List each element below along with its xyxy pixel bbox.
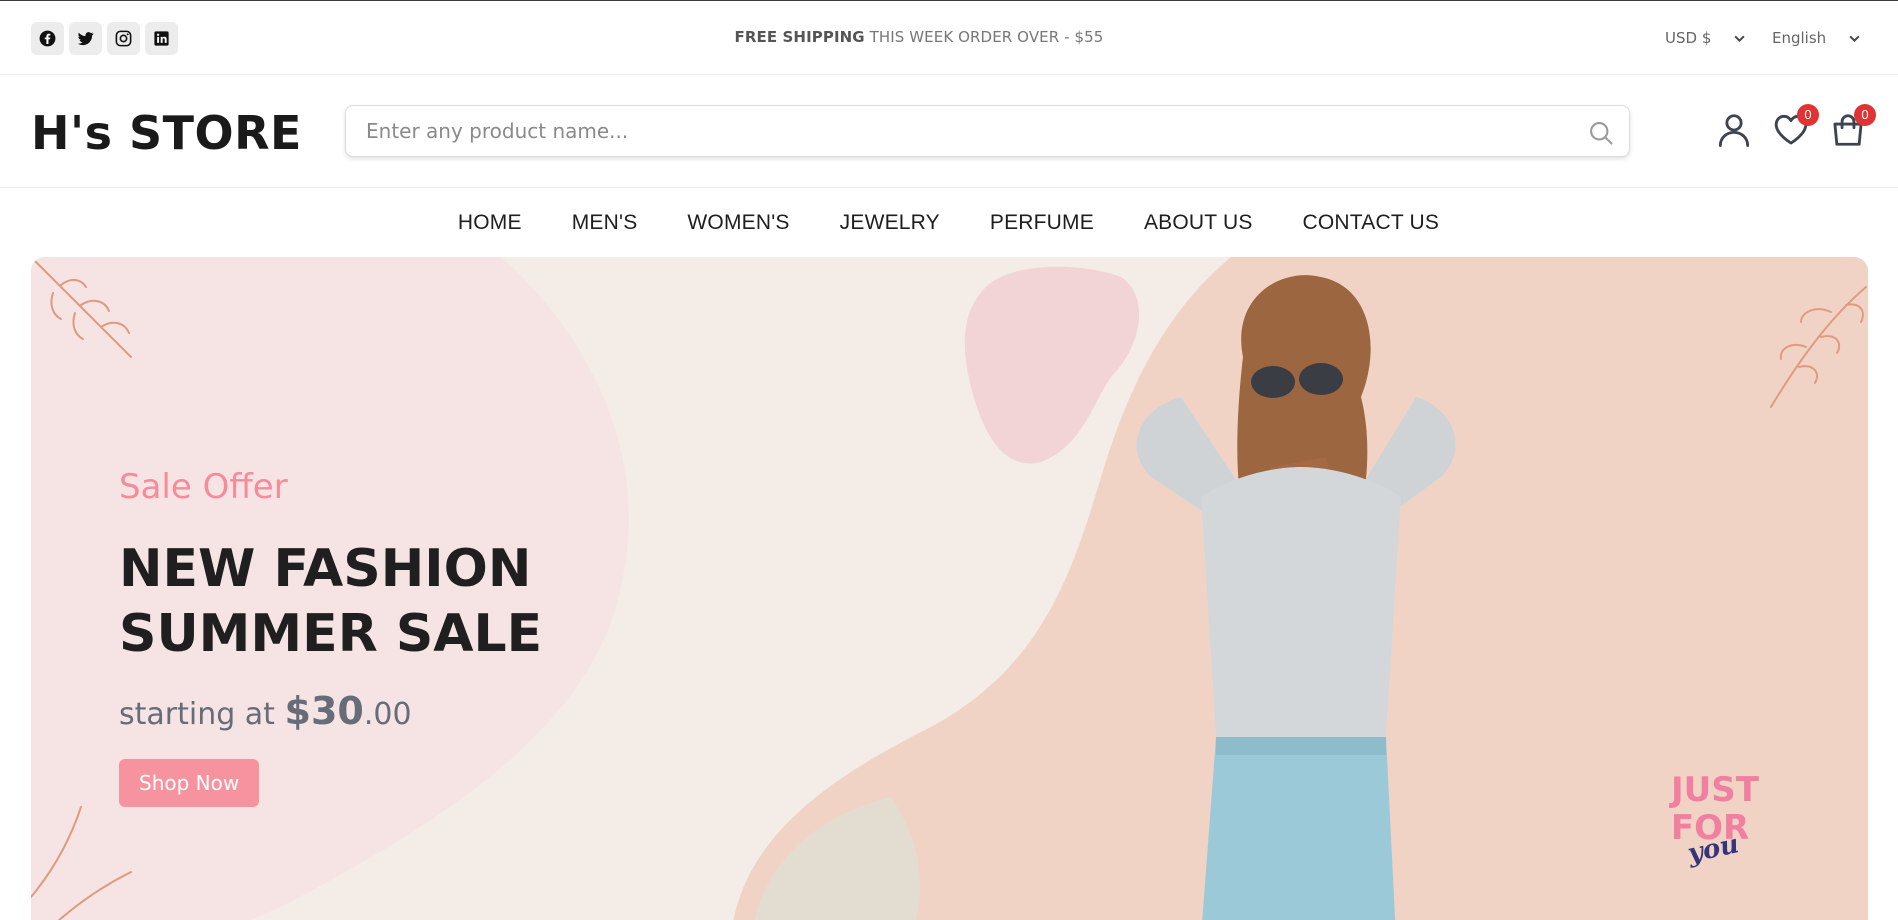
currency-select[interactable]: USD $	[1665, 29, 1746, 47]
shipping-promo: FREE SHIPPING THIS WEEK ORDER OVER - $55	[0, 28, 1838, 46]
nav-item-womens[interactable]: WOMEN'S	[662, 211, 814, 235]
user-icon	[1718, 114, 1750, 147]
price-prefix: starting at	[119, 697, 275, 732]
headline-line-1: NEW FASHION	[119, 539, 532, 599]
search-icon[interactable]	[1587, 119, 1615, 147]
headline-line-2: SUMMER SALE	[119, 604, 543, 664]
site-header: H's STORE 0 0	[0, 75, 1898, 188]
banner-price: starting at $30.00	[119, 689, 679, 733]
banner-subtitle: Sale Offer	[119, 467, 288, 507]
main-nav: HOME MEN'S WOMEN'S JEWELRY PERFUME ABOUT…	[0, 188, 1898, 258]
cart-count-badge: 0	[1854, 104, 1876, 126]
nav-item-contact-us[interactable]: CONTACT US	[1278, 211, 1465, 235]
chevron-down-icon	[1734, 35, 1745, 42]
wishlist-button[interactable]: 0	[1772, 104, 1819, 149]
wishlist-count-badge: 0	[1797, 104, 1819, 126]
nav-item-perfume[interactable]: PERFUME	[965, 211, 1119, 235]
currency-value: USD $	[1665, 29, 1712, 47]
search-bar	[345, 105, 1630, 157]
store-logo[interactable]: H's STORE	[31, 106, 302, 160]
banner-copy: Sale Offer NEW FASHION SUMMER SALE start…	[119, 467, 679, 807]
stamp-line-1: JUST	[1669, 770, 1760, 810]
hero-banner: Sale Offer NEW FASHION SUMMER SALE start…	[31, 257, 1868, 920]
top-bar: FREE SHIPPING THIS WEEK ORDER OVER - $55…	[0, 0, 1898, 75]
nav-item-mens[interactable]: MEN'S	[547, 211, 663, 235]
price-cents: .00	[363, 697, 412, 732]
nav-list: HOME MEN'S WOMEN'S JEWELRY PERFUME ABOUT…	[433, 211, 1464, 235]
account-button[interactable]	[1715, 111, 1753, 149]
just-for-you-stamp: JUST FOR you	[1669, 770, 1760, 869]
nav-item-about-us[interactable]: ABOUT US	[1119, 211, 1278, 235]
promo-highlight: FREE SHIPPING	[734, 28, 865, 46]
nav-item-jewelry[interactable]: JEWELRY	[815, 211, 965, 235]
cart-button[interactable]: 0	[1829, 104, 1876, 149]
banner-headline: NEW FASHION SUMMER SALE	[119, 537, 679, 667]
promo-text: THIS WEEK ORDER OVER - $55	[869, 28, 1104, 46]
chevron-down-icon	[1849, 35, 1860, 42]
search-input[interactable]	[346, 106, 1629, 156]
price-amount: $30	[284, 689, 364, 733]
language-value: English	[1772, 29, 1827, 47]
shop-now-button[interactable]: Shop Now	[119, 759, 260, 807]
language-select[interactable]: English	[1772, 29, 1861, 47]
nav-item-home[interactable]: HOME	[433, 211, 547, 235]
